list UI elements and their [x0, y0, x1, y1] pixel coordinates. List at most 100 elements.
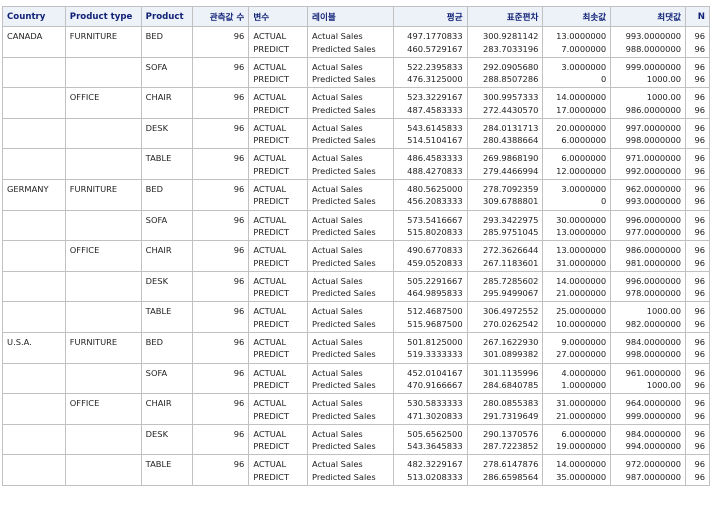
- max-cell-value: 1000.00: [646, 74, 682, 85]
- nobs-cell: 96: [191, 270, 250, 303]
- std-cell: 306.4972552 270.0262542: [466, 301, 544, 333]
- product-type-cell: [64, 454, 142, 486]
- n-cell-value: 96: [694, 336, 705, 347]
- product-cell: SOFA: [140, 362, 193, 395]
- n-cell-value: 96: [694, 410, 705, 421]
- product-cell: TABLE: [140, 454, 193, 486]
- nobs-cell: 96: [191, 240, 250, 272]
- product-cell: TABLE: [140, 301, 193, 333]
- max-cell-value: 1000.00: [646, 306, 682, 317]
- n-cell-value: 96: [694, 92, 705, 103]
- max-cell-value: 986.0000000: [625, 104, 682, 115]
- std-cell: 284.0131713 280.4388664: [466, 117, 544, 150]
- min-cell-value: 7.0000000: [561, 43, 607, 54]
- variable-name: ACTUAL: [253, 367, 287, 378]
- n-cell: 96 96: [685, 117, 710, 150]
- min-cell-value: 19.0000000: [556, 441, 607, 452]
- max-cell: 961.0000000 1000.00: [610, 362, 687, 395]
- nobs-cell: 96: [191, 148, 250, 180]
- mean-cell-value: 501.8125000: [407, 336, 463, 347]
- mean-cell-value: 519.3333333: [407, 349, 463, 360]
- n-cell-value: 96: [694, 349, 705, 360]
- n-cell-value: 96: [694, 214, 705, 225]
- std-cell-value: 278.6147876: [482, 459, 539, 470]
- mean-cell: 486.4583333 488.4270833: [392, 148, 468, 180]
- nobs-cell: 96: [191, 87, 250, 119]
- n-cell-value: 96: [694, 135, 705, 146]
- min-cell-value: 27.0000000: [556, 349, 607, 360]
- max-cell: 1000.00 986.0000000: [610, 87, 687, 119]
- std-cell-value: 309.6788801: [482, 196, 539, 207]
- variable-cell: ACTUAL PREDICT: [248, 87, 309, 119]
- mean-cell-value: 543.6145833: [407, 122, 463, 133]
- mean-cell: 505.2291667 464.9895833: [392, 270, 468, 303]
- n-cell-value: 96: [694, 428, 705, 439]
- n-cell-value: 96: [694, 61, 705, 72]
- std-cell-value: 285.9751045: [482, 227, 539, 238]
- min-cell: 13.0000000 31.0000000: [542, 240, 612, 272]
- max-cell-value: 986.0000000: [625, 245, 682, 256]
- variable-name: PREDICT: [253, 288, 290, 299]
- min-cell: 31.0000000 21.0000000: [542, 393, 612, 425]
- variable-label: Actual Sales: [312, 183, 363, 194]
- variable-cell: ACTUAL PREDICT: [248, 240, 309, 272]
- min-cell-value: 0: [600, 74, 607, 85]
- table-row: TABLE 96 ACTUAL PREDICT Actual Sales Predicte…: [2, 454, 710, 486]
- std-cell: 272.3626644 267.1183601: [466, 240, 544, 272]
- label-cell: Actual Sales Predicted Sales: [307, 362, 394, 395]
- variable-label: Actual Sales: [312, 245, 363, 256]
- min-cell-value: 0: [600, 196, 607, 207]
- min-cell-value: 17.0000000: [556, 104, 607, 115]
- label-cell: Actual Sales Predicted Sales: [307, 331, 394, 364]
- min-cell: 9.0000000 27.0000000: [542, 331, 612, 364]
- header-n: N: [685, 6, 710, 27]
- max-cell: 964.0000000 999.0000000: [610, 393, 687, 425]
- variable-label: Actual Sales: [312, 428, 363, 439]
- n-cell-value: 96: [694, 196, 705, 207]
- n-cell-value: 96: [694, 367, 705, 378]
- mean-cell-value: 530.5833333: [407, 398, 463, 409]
- variable-cell: ACTUAL PREDICT: [248, 301, 309, 333]
- variable-cell: ACTUAL PREDICT: [248, 362, 309, 395]
- variable-label: Actual Sales: [312, 459, 363, 470]
- table-row: GERMANY FURNITURE BED 96 ACTUAL PREDICT Actual…: [2, 178, 710, 211]
- label-cell: Actual Sales Predicted Sales: [307, 240, 394, 272]
- std-cell-value: 288.8507286: [482, 74, 539, 85]
- min-cell-value: 25.0000000: [556, 306, 607, 317]
- n-cell-value: 96: [694, 318, 705, 329]
- variable-cell: ACTUAL PREDICT: [248, 331, 309, 364]
- country-cell: CANADA: [2, 26, 66, 58]
- n-cell-value: 96: [694, 275, 705, 286]
- country-cell: [2, 209, 66, 242]
- country-cell: [2, 87, 66, 119]
- min-cell-value: 14.0000000: [556, 92, 607, 103]
- min-cell-value: 21.0000000: [556, 288, 607, 299]
- std-cell: 269.9868190 279.4466994: [466, 148, 544, 180]
- n-cell: 96 96: [685, 393, 710, 425]
- variable-cell: ACTUAL PREDICT: [248, 423, 309, 456]
- variable-name: ACTUAL: [253, 183, 287, 194]
- product-type-cell: [64, 270, 142, 303]
- variable-name: PREDICT: [253, 104, 290, 115]
- mean-cell-value: 512.4687500: [407, 306, 463, 317]
- std-cell-value: 269.9868190: [482, 153, 539, 164]
- variable-label: Actual Sales: [312, 92, 363, 103]
- country-cell: U.S.A.: [2, 331, 66, 364]
- n-cell-value: 96: [694, 245, 705, 256]
- product-type-cell: OFFICE: [64, 393, 142, 425]
- n-cell-value: 96: [694, 459, 705, 470]
- n-cell-value: 96: [694, 306, 705, 317]
- max-cell: 972.0000000 987.0000000: [610, 454, 687, 486]
- max-cell: 986.0000000 981.0000000: [610, 240, 687, 272]
- product-cell: SOFA: [140, 56, 193, 89]
- country-cell: [2, 362, 66, 395]
- variable-name: ACTUAL: [253, 428, 287, 439]
- std-cell: 285.7285602 295.9499067: [466, 270, 544, 303]
- max-cell-value: 987.0000000: [625, 471, 682, 482]
- min-cell-value: 30.0000000: [556, 214, 607, 225]
- std-cell-value: 272.4430570: [482, 104, 539, 115]
- variable-name: PREDICT: [253, 380, 290, 391]
- std-cell-value: 306.4972552: [482, 306, 539, 317]
- country-cell: [2, 56, 66, 89]
- country-cell: [2, 148, 66, 180]
